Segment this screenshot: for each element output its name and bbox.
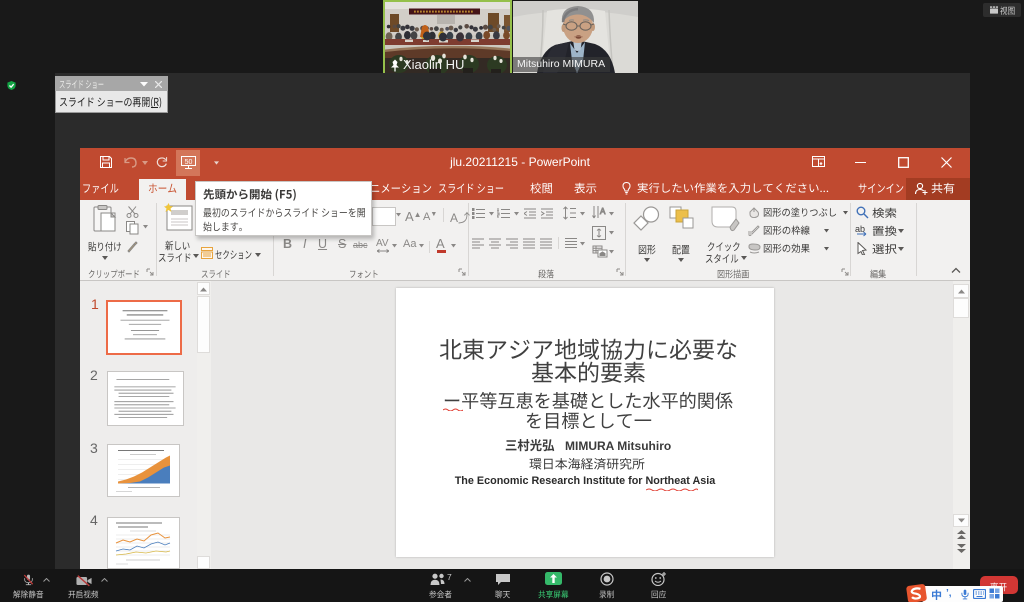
svg-text:A: A	[600, 207, 606, 216]
svg-text:50: 50	[185, 159, 193, 166]
